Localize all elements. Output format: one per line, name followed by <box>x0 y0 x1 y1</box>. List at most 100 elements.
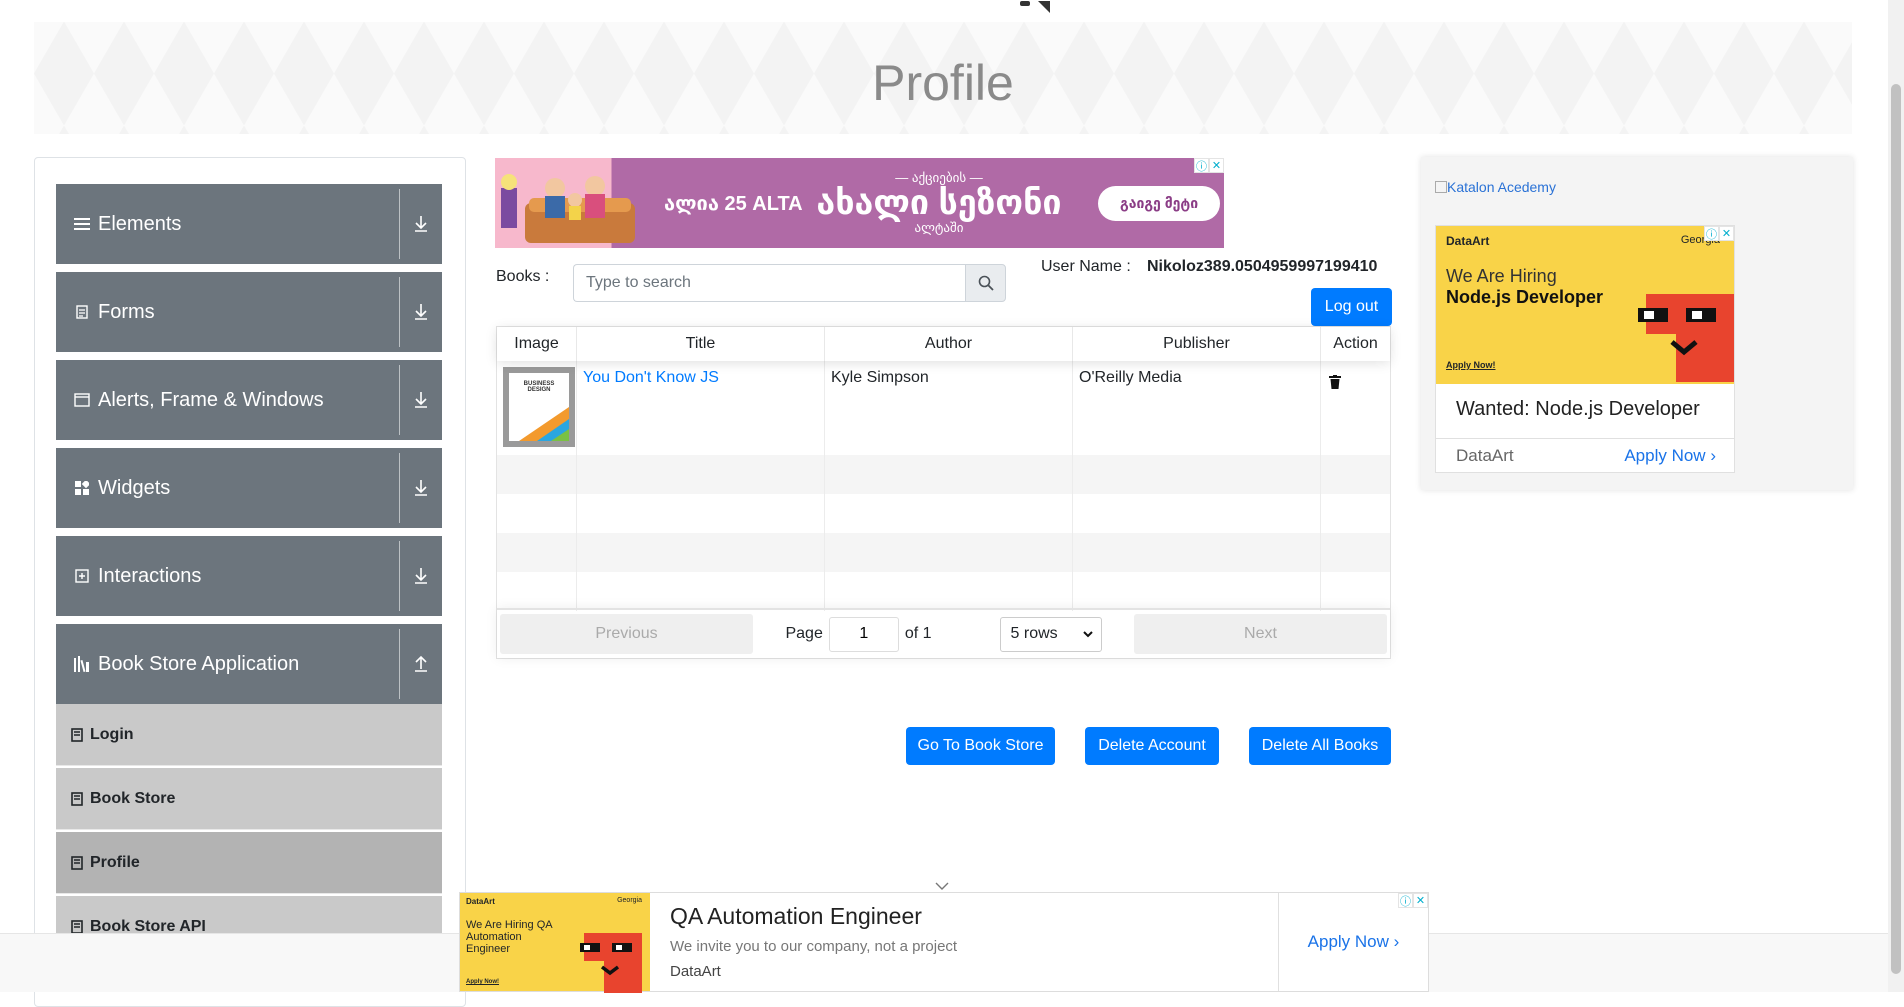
next-page-button[interactable]: Next <box>1134 614 1387 654</box>
search-button[interactable] <box>965 264 1006 302</box>
ad-subtitle: We invite you to our company, not a proj… <box>670 938 958 955</box>
download-arrow-icon[interactable] <box>400 448 442 528</box>
hamburger-icon <box>72 214 92 234</box>
column-header-title[interactable]: Title <box>577 327 825 361</box>
ad-apply-link[interactable]: Apply Now › <box>1624 446 1716 466</box>
sidebar-group-forms[interactable]: Forms <box>56 272 442 352</box>
ad-hire-text: We Are Hiring QA Automation Engineer <box>466 919 552 955</box>
ad-controls: ⓘ ✕ <box>1704 226 1734 241</box>
table-row: BUSINESS DESIGN You Don't Know JS Kyle S… <box>497 361 1390 455</box>
book-title-link[interactable]: You Don't Know JS <box>583 369 719 386</box>
form-icon <box>72 302 92 322</box>
sidebar-group-label: Interactions <box>98 564 202 587</box>
rows-per-page-value: 5 rows <box>1010 625 1058 642</box>
page-number-input[interactable] <box>828 616 899 652</box>
sidebar-group-alerts[interactable]: Alerts, Frame & Windows <box>56 360 442 440</box>
logout-button[interactable]: Log out <box>1311 288 1392 326</box>
ad-hire-line2: Node.js Developer <box>1446 287 1604 307</box>
robot-face-illustration <box>580 933 642 993</box>
column-header-publisher[interactable]: Publisher <box>1073 327 1321 361</box>
sidebar-group-label: Alerts, Frame & Windows <box>98 388 324 411</box>
advertisement-banner[interactable]: ალია 25 ALTA — აქციების — ახალი სეზონი ა… <box>495 158 1224 248</box>
sidebar-group-label: Widgets <box>98 476 171 499</box>
page-scrollbar[interactable] <box>1888 0 1904 992</box>
ad-text: QA Automation Engineer We invite you to … <box>650 893 1278 991</box>
ad-apply-label: Apply Now <box>1307 932 1389 951</box>
family-illustration <box>495 158 650 248</box>
previous-page-button[interactable]: Previous <box>500 614 753 654</box>
book-publisher-cell: O'Reilly Media <box>1073 361 1321 455</box>
download-arrow-icon[interactable] <box>400 272 442 352</box>
user-name-value: Nikoloz389.0504959997199410 <box>1147 258 1378 275</box>
ad-info-icon[interactable]: ⓘ <box>1704 226 1719 241</box>
dataart-ad-card[interactable]: DataArt Georgia We Are Hiring Node.js De… <box>1435 225 1735 473</box>
ad-apply-label: Apply Now <box>1624 445 1706 465</box>
delete-account-button[interactable]: Delete Account <box>1085 727 1219 765</box>
scrollbar-thumb[interactable] <box>1891 84 1901 974</box>
column-header-author[interactable]: Author <box>825 327 1073 361</box>
table-row-empty <box>497 533 1390 572</box>
sidebar-group-label: Book Store Application <box>98 652 300 675</box>
window-icon <box>72 390 92 410</box>
books-icon <box>72 654 92 674</box>
delete-book-icon[interactable] <box>1329 375 1341 394</box>
book-icon <box>71 791 83 806</box>
sidebar-group-elements[interactable]: Elements <box>56 184 442 264</box>
search-input[interactable] <box>573 264 965 302</box>
ad-brand: DataArt <box>466 897 495 906</box>
sidebar-item-label: Book Store <box>90 789 176 807</box>
page-title: Profile <box>872 55 1014 111</box>
right-advertisement: Katalon Acedemy DataArt Georgia We Are H… <box>1421 157 1853 490</box>
sidebar-group-book-store[interactable]: Book Store Application <box>56 624 442 704</box>
ad-region: Georgia <box>617 897 642 904</box>
sidebar-item-book-store[interactable]: Book Store <box>56 768 442 830</box>
sidebar-item-label: Login <box>90 725 134 743</box>
sidebar-group-interactions[interactable]: Interactions <box>56 536 442 616</box>
ad-cta-button[interactable]: გაიგე მეტი <box>1098 185 1221 221</box>
sidebar-group-label: Forms <box>98 300 155 323</box>
go-to-book-store-button[interactable]: Go To Book Store <box>906 727 1055 765</box>
book-author-cell: Kyle Simpson <box>825 361 1073 455</box>
ad-thumbnail: DataArt Georgia We Are Hiring QA Automat… <box>460 893 650 993</box>
book-icon <box>71 919 83 934</box>
book-cover-image: BUSINESS DESIGN <box>503 367 575 447</box>
delete-all-books-button[interactable]: Delete All Books <box>1249 727 1391 765</box>
bottom-advertisement[interactable]: DataArt Georgia We Are Hiring QA Automat… <box>459 892 1429 993</box>
ad-company: DataArt <box>670 963 721 980</box>
ad-headline: ახალი სეზონი <box>816 184 1062 222</box>
download-arrow-icon[interactable] <box>400 360 442 440</box>
widgets-icon <box>72 478 92 498</box>
ad-close-icon[interactable]: ✕ <box>1413 893 1428 908</box>
site-logo[interactable] <box>1016 0 1056 13</box>
ad-info-icon[interactable]: ⓘ <box>1194 158 1209 173</box>
ad-close-icon[interactable]: ✕ <box>1719 226 1734 241</box>
sidebar-group-widgets[interactable]: Widgets <box>56 448 442 528</box>
book-cover-text: BUSINESS DESIGN <box>523 381 555 393</box>
sidebar-item-login[interactable]: Login <box>56 704 442 766</box>
book-title-cell: You Don't Know JS <box>577 361 825 455</box>
ad-job-title: Wanted: Node.js Developer <box>1456 398 1700 420</box>
upload-arrow-icon[interactable] <box>400 624 442 704</box>
download-arrow-icon[interactable] <box>400 536 442 616</box>
broken-image-icon <box>1435 181 1447 193</box>
katalon-ad-link[interactable]: Katalon Acedemy <box>1435 179 1556 195</box>
ad-close-icon[interactable]: ✕ <box>1209 158 1224 173</box>
ad-controls: ⓘ ✕ <box>1194 158 1224 173</box>
column-header-image[interactable]: Image <box>497 327 577 361</box>
table-pagination: Previous Page of 1 5 rows Next <box>497 608 1390 658</box>
ad-brand: ალია 25 ALTA <box>664 192 803 215</box>
ad-footer: DataArt Apply Now › <box>1436 438 1734 472</box>
table-row-empty <box>497 494 1390 533</box>
book-icon <box>71 855 83 870</box>
column-header-action: Action <box>1333 335 1378 352</box>
ad-hire-text: We Are Hiring Node.js Developer <box>1446 266 1603 308</box>
page-total-label: of 1 <box>904 625 932 642</box>
katalon-ad-alt-text: Katalon Acedemy <box>1447 179 1556 195</box>
interactions-icon <box>72 566 92 586</box>
download-arrow-icon[interactable] <box>400 184 442 264</box>
table-row-empty <box>497 572 1390 611</box>
rows-per-page-select[interactable]: 5 rows <box>999 616 1102 652</box>
sidebar-item-profile[interactable]: Profile <box>56 832 442 894</box>
ad-info-icon[interactable]: ⓘ <box>1398 893 1413 908</box>
books-table: Image Title Author Publisher Action BUSI… <box>496 326 1391 659</box>
